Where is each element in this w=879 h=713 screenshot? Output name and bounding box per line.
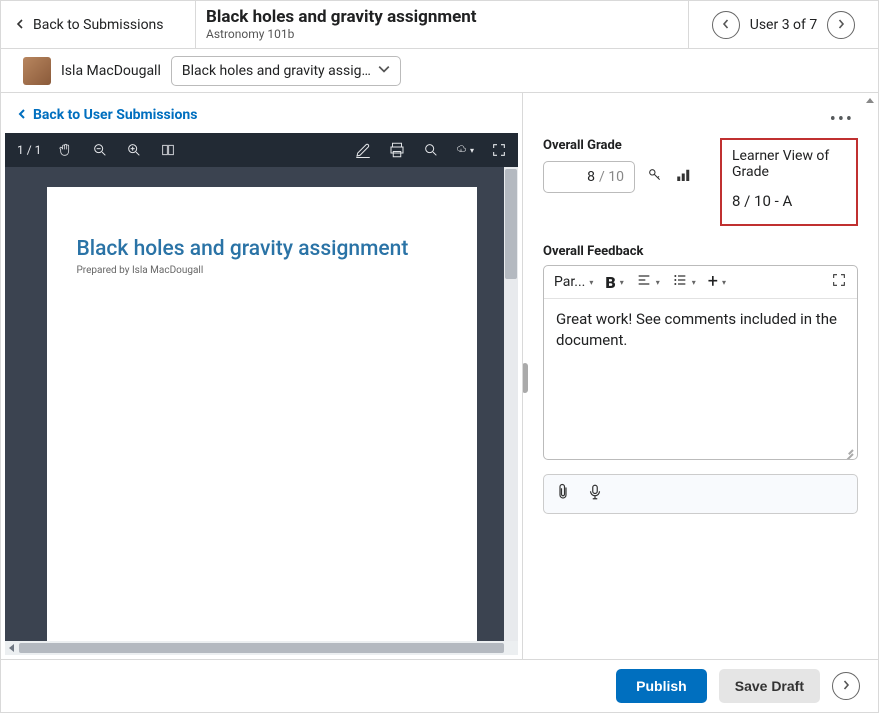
chevron-down-icon: ▾ xyxy=(656,278,660,287)
back-to-user-submissions-link[interactable]: Back to User Submissions xyxy=(1,93,522,133)
chevron-down-icon: ▾ xyxy=(589,278,593,287)
chevron-left-icon xyxy=(15,17,33,33)
attach-file-button[interactable] xyxy=(554,483,572,505)
viewer-vertical-scrollbar[interactable] xyxy=(504,167,518,641)
paragraph-style-label: Par... xyxy=(554,274,585,290)
scroll-left-icon xyxy=(9,644,14,652)
back-to-submissions-label: Back to Submissions xyxy=(33,17,164,33)
submission-select[interactable]: Black holes and gravity assign... xyxy=(171,56,401,86)
editor-toolbar: Par... ▾ B ▾ ▾ xyxy=(544,266,857,299)
feedback-text: Great work! See comments included in the… xyxy=(556,310,837,349)
panel-vertical-scrollbar[interactable] xyxy=(863,94,877,659)
annotate-button[interactable] xyxy=(354,141,372,159)
align-button[interactable]: ▾ xyxy=(636,272,660,292)
avatar xyxy=(23,57,51,85)
panel-resize-handle[interactable] xyxy=(523,363,528,393)
fullscreen-icon xyxy=(831,272,847,292)
plus-icon: + xyxy=(708,275,718,289)
learner-view-value: 8 / 10 - A xyxy=(732,192,846,210)
scrollbar-thumb[interactable] xyxy=(505,169,517,279)
editor-fullscreen-button[interactable] xyxy=(831,272,847,292)
user-name-label: Isla MacDougall xyxy=(61,63,161,79)
doc-author-line: Prepared by Isla MacDougall xyxy=(77,265,447,276)
fullscreen-button[interactable] xyxy=(490,141,508,159)
chevron-right-icon xyxy=(836,17,846,33)
download-button[interactable]: ▾ xyxy=(456,141,474,159)
record-audio-button[interactable] xyxy=(586,483,604,505)
insert-button[interactable]: + ▾ xyxy=(708,275,726,289)
pan-tool-button[interactable] xyxy=(57,141,75,159)
chevron-down-icon: ▾ xyxy=(620,278,624,287)
user-counter-label: User 3 of 7 xyxy=(750,17,817,33)
page-counter: 1 / 1 xyxy=(17,143,41,157)
list-icon xyxy=(672,272,688,292)
learner-view-panel: Learner View of Grade 8 / 10 - A xyxy=(720,138,858,226)
list-button[interactable]: ▾ xyxy=(672,272,696,292)
print-button[interactable] xyxy=(388,141,406,159)
statistics-icon[interactable] xyxy=(675,166,693,188)
scroll-up-icon xyxy=(866,98,874,103)
document-background: Black holes and gravity assignment Prepa… xyxy=(5,167,518,641)
course-name: Astronomy 101b xyxy=(206,27,678,41)
user-pager: User 3 of 7 xyxy=(688,1,878,48)
bold-icon: B xyxy=(605,273,615,292)
feedback-editor[interactable]: Great work! See comments included in the… xyxy=(544,299,857,459)
grade-max: / 10 xyxy=(599,169,624,185)
zoom-out-button[interactable] xyxy=(91,141,109,159)
viewer-horizontal-scrollbar[interactable] xyxy=(5,641,518,655)
learner-view-label: Learner View of Grade xyxy=(732,148,846,180)
scroll-right-icon xyxy=(509,644,514,652)
back-to-user-submissions-label: Back to User Submissions xyxy=(33,107,197,123)
prev-user-button[interactable] xyxy=(712,11,740,39)
assignment-title: Black holes and gravity assignment xyxy=(206,7,678,27)
chevron-left-icon xyxy=(17,107,27,123)
chevron-right-icon xyxy=(841,678,851,694)
next-submission-button[interactable] xyxy=(832,672,860,700)
chevron-down-icon: ▾ xyxy=(722,278,726,287)
chevron-down-icon: ▾ xyxy=(692,278,696,287)
key-icon[interactable] xyxy=(647,167,663,187)
publish-button[interactable]: Publish xyxy=(616,669,707,703)
more-options-button[interactable]: ••• xyxy=(543,109,858,130)
align-icon xyxy=(636,272,652,292)
save-draft-button[interactable]: Save Draft xyxy=(719,669,820,703)
paragraph-style-select[interactable]: Par... ▾ xyxy=(554,274,593,290)
submission-select-label: Black holes and gravity assign... xyxy=(182,63,378,79)
search-button[interactable] xyxy=(422,141,440,159)
overall-grade-label: Overall Grade xyxy=(543,138,700,153)
attachment-icon xyxy=(554,483,572,505)
grade-value: 8 xyxy=(587,169,595,185)
viewer-toolbar: 1 / 1 xyxy=(5,133,518,167)
page-layout-button[interactable] xyxy=(159,141,177,159)
assignment-header: Black holes and gravity assignment Astro… xyxy=(196,1,688,48)
document-page[interactable]: Black holes and gravity assignment Prepa… xyxy=(47,187,477,641)
doc-title: Black holes and gravity assignment xyxy=(77,237,447,261)
microphone-icon xyxy=(586,483,604,505)
document-viewer: 1 / 1 xyxy=(5,133,518,655)
back-to-submissions-button[interactable]: Back to Submissions xyxy=(1,1,196,48)
chevron-left-icon xyxy=(721,17,731,33)
chevron-down-icon xyxy=(378,63,390,79)
chevron-down-icon: ▾ xyxy=(470,146,474,155)
zoom-in-button[interactable] xyxy=(125,141,143,159)
grade-input[interactable]: 8 / 10 xyxy=(543,161,635,193)
next-user-button[interactable] xyxy=(827,11,855,39)
overall-feedback-label: Overall Feedback xyxy=(543,244,858,259)
bold-button[interactable]: B ▾ xyxy=(605,273,623,292)
editor-resize-handle[interactable] xyxy=(841,443,855,457)
scrollbar-thumb[interactable] xyxy=(19,643,504,653)
